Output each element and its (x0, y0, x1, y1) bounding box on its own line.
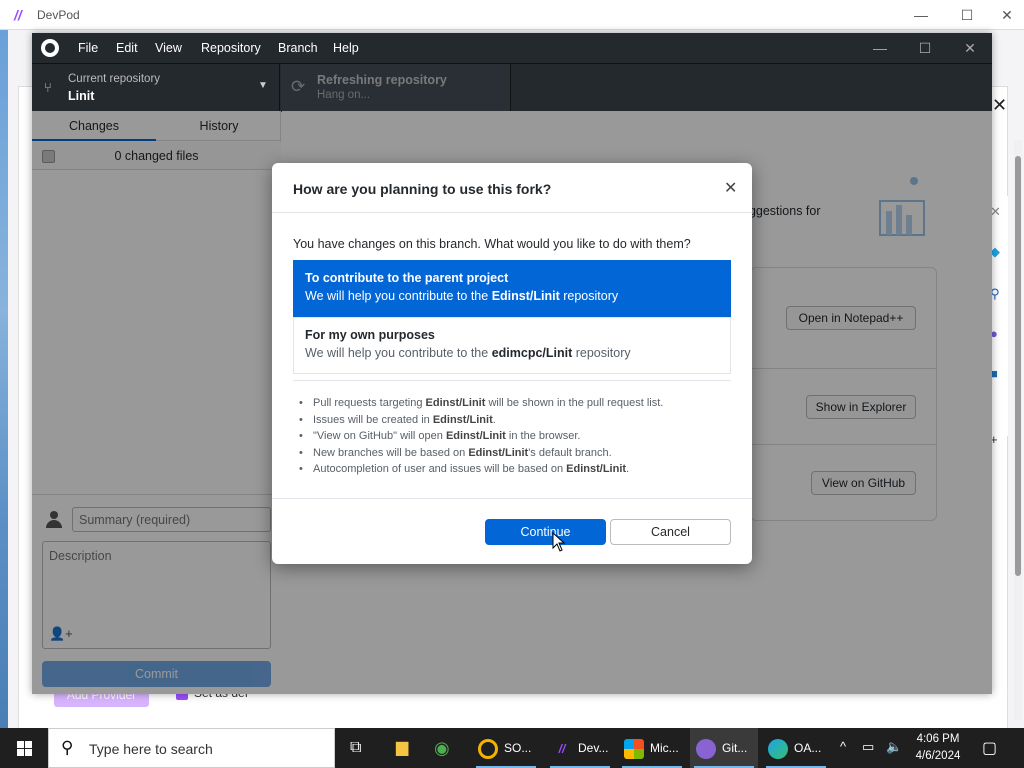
volume-muted-icon[interactable]: 🔈 (886, 739, 902, 755)
current-repository-value: Linit (68, 89, 95, 103)
menu-view[interactable]: View (155, 41, 182, 55)
refresh-repository-button[interactable]: ⟳ Refreshing repository Hang on... (281, 64, 511, 112)
devpod-icon: // (558, 741, 566, 756)
refresh-repository-status: Hang on... (317, 89, 371, 101)
devpod-titlebar: // DevPod — ☐ ✕ (0, 0, 1024, 30)
taskbar-app-so[interactable]: SO... (472, 728, 540, 768)
start-button[interactable] (0, 728, 48, 768)
devpod-scrollbar[interactable] (1014, 140, 1022, 720)
taskbar-app-store[interactable]: Mic... (618, 728, 686, 768)
menu-branch[interactable]: Branch (278, 41, 318, 55)
windows-logo-icon (17, 741, 24, 748)
search-icon: ⚲ (61, 738, 74, 757)
option-heading: To contribute to the parent project (305, 271, 509, 285)
file-explorer-icon[interactable]: ▆ (396, 728, 408, 768)
task-view-icon[interactable]: ⧉ (350, 728, 361, 768)
github-logo-icon (41, 39, 59, 57)
taskbar-app-edge[interactable]: OA... (762, 728, 830, 768)
cancel-button[interactable]: Cancel (610, 519, 731, 545)
edge-icon (768, 738, 788, 759)
menu-edit[interactable]: Edit (116, 41, 138, 55)
devpod-logo-icon: // (14, 7, 22, 23)
list-item: New branches will be based on Edinst/Lin… (299, 445, 739, 462)
system-clock[interactable]: 4:06 PM 4/6/2024 (908, 731, 968, 765)
github-desktop-icon (696, 738, 716, 759)
sync-icon: ⟳ (291, 77, 306, 96)
option-heading: For my own purposes (305, 328, 435, 342)
list-item: "View on GitHub" will open Edinst/Linit … (299, 428, 739, 445)
current-repository-dropdown[interactable]: ⑂ Current repository Linit ▼ (32, 64, 280, 112)
dialog-close-icon[interactable]: ✕ (724, 178, 737, 198)
clock-time: 4:06 PM (916, 733, 960, 745)
taskbar-app-github[interactable]: Git... (690, 728, 758, 768)
option-contribute-parent[interactable]: To contribute to the parent project We w… (293, 260, 731, 317)
devpod-right-icon-strip: ✕ ◆ ⚲ ● ■ + (990, 196, 1008, 447)
option-description: We will help you contribute to the Edins… (305, 289, 619, 303)
devpod-window-title: DevPod (37, 8, 80, 22)
github-maximize-button[interactable]: ☐ (905, 38, 945, 58)
devpod-minimize-button[interactable]: — (898, 4, 944, 26)
notification-icon[interactable]: ▢ (982, 738, 997, 758)
devpod-maximize-button[interactable]: ☐ (944, 4, 990, 26)
menu-file[interactable]: File (78, 41, 98, 55)
chevron-up-icon[interactable]: ^ (840, 739, 846, 754)
dialog-intro: You have changes on this branch. What wo… (293, 237, 691, 251)
devpod-close-button[interactable]: ✕ (990, 4, 1024, 26)
devpod-panel-close-icon[interactable]: ✕ (992, 95, 1007, 116)
dialog-title: How are you planning to use this fork? (293, 181, 552, 197)
scrollbar-thumb[interactable] (1015, 156, 1021, 576)
github-close-button[interactable]: ✕ (950, 38, 990, 58)
option-own-purposes[interactable]: For my own purposes We will help you con… (293, 317, 731, 374)
clock-date: 4/6/2024 (915, 750, 961, 762)
list-item: Autocompletion of user and issues will b… (299, 461, 739, 478)
divider (293, 380, 731, 381)
dialog-footer: Continue Cancel (272, 498, 752, 564)
github-minimize-button[interactable]: — (860, 38, 900, 58)
menu-repository[interactable]: Repository (201, 41, 261, 55)
taskbar-app-devpod[interactable]: //Dev... (546, 728, 614, 768)
mouse-cursor-icon (552, 532, 566, 552)
network-icon[interactable]: ▭ (862, 739, 874, 755)
list-item: Pull requests targeting Edinst/Linit wil… (299, 395, 739, 412)
app-icon (478, 738, 498, 759)
desktop-background (0, 30, 8, 730)
github-toolbar: ⑂ Current repository Linit ▼ ⟳ Refreshin… (32, 63, 992, 112)
fork-usage-dialog: How are you planning to use this fork? ✕… (272, 163, 752, 564)
list-item: Issues will be created in Edinst/Linit. (299, 412, 739, 429)
taskbar-search-box[interactable]: ⚲ Type here to search (48, 728, 335, 768)
taskbar: ⚲ Type here to search ⧉ ▆ ◉ SO... //Dev.… (0, 728, 1024, 768)
option-description: We will help you contribute to the edimc… (305, 346, 631, 360)
current-repository-label: Current repository (68, 73, 161, 85)
dialog-header: How are you planning to use this fork? ✕ (272, 163, 752, 213)
chevron-down-icon: ▼ (258, 80, 268, 91)
microsoft-store-icon (624, 738, 644, 759)
search-placeholder: Type here to search (89, 741, 213, 757)
github-menubar: File Edit View Repository Branch Help — … (32, 33, 992, 63)
consequence-list: Pull requests targeting Edinst/Linit wil… (299, 395, 739, 478)
continue-button[interactable]: Continue (485, 519, 606, 545)
repo-fork-icon: ⑂ (44, 80, 52, 95)
refresh-repository-label: Refreshing repository (317, 73, 447, 87)
chrome-icon[interactable]: ◉ (434, 728, 450, 768)
menu-help[interactable]: Help (333, 41, 359, 55)
